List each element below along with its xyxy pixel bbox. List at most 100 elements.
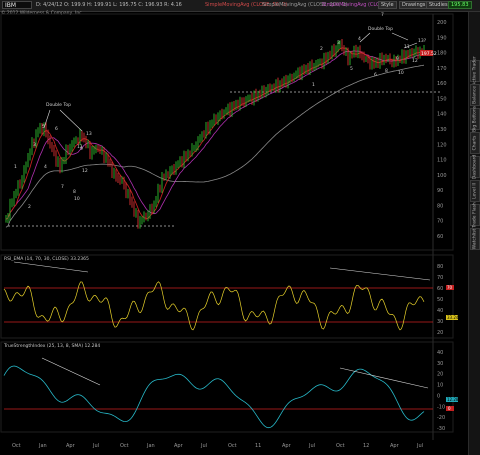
side-tab-label: Charts (472, 135, 478, 151)
rsi-overbought-tag-text: 70 (447, 285, 453, 290)
rsi-value-tag-text: 33.24 (447, 315, 459, 320)
wave-label-left: 8 (73, 189, 76, 195)
wave-label-left: 12 (82, 168, 88, 174)
side-tab-label: Big Buttons (472, 105, 478, 133)
price-axis-tick: 70 (437, 219, 443, 225)
wave-label-right: 5 (350, 66, 353, 72)
price-axis-tick: 60 (437, 234, 443, 240)
tsi-axis: 40 30 20 10 0 -10 -20 -30 (437, 350, 445, 432)
side-tab[interactable]: Level II (470, 180, 480, 202)
side-tab[interactable]: Dashboard (470, 154, 480, 180)
time-axis-label: Jan (146, 443, 155, 449)
side-tab-label: Balance (472, 86, 478, 104)
tsi-value-tag-text: 12.28 (447, 397, 459, 402)
side-tab-label: Dashboard (472, 154, 478, 180)
rsi-panel-frame (0, 254, 454, 339)
time-axis-label: Jul (92, 443, 99, 449)
rsi-axis-tick: 30 (437, 319, 443, 325)
rsi-axis-tick: 50 (437, 297, 443, 303)
price-axis-tick: 200 (437, 20, 447, 26)
side-tab-label: Trade Flash (472, 202, 478, 228)
price-axis: 200 190 180 170 160 150 140 130 120 110 100 90 80 70 6… (437, 20, 447, 240)
wave-label-right: 7 (381, 12, 384, 18)
time-axis-label: Apr (282, 443, 292, 449)
time-axis-label: Jul (416, 443, 423, 449)
wave-label-left: 7 (61, 184, 64, 190)
sma-200-line (5, 64, 425, 228)
time-axis: Oct Jan Apr Jul Oct Jan Apr Jul Oct 11 Apr Jul Oct 12… (12, 443, 423, 449)
side-tab[interactable]: Balance (470, 84, 480, 106)
wave-label-right: 9 (396, 56, 399, 62)
time-axis-label: Oct (120, 443, 129, 449)
double-top-left-label: Double Top (46, 102, 71, 108)
rsi-divergence-left (13, 261, 89, 273)
wave-label-left: 1 (14, 164, 17, 170)
side-tab[interactable]: Watchlist (470, 228, 480, 250)
wave-label-left: 5 (42, 124, 45, 130)
price-axis-tick: 80 (437, 203, 443, 209)
wave-label-right: 6 (374, 72, 377, 78)
time-axis-label: 12 (363, 443, 369, 449)
rsi-title: RSI_EMA (14, 70, 30, CLOSE) 33.2365 (4, 256, 89, 262)
price-axis-tick: 150 (437, 96, 447, 102)
sma-10-line (5, 50, 425, 220)
wave-label-right: 8 (385, 68, 388, 74)
wave-label-right: 1 (312, 82, 315, 88)
double-top-left-arrow-b (59, 109, 83, 132)
tsi-divergence-left (41, 357, 101, 386)
time-axis-label: Jul (308, 443, 315, 449)
wave-label-right: 10 (398, 70, 404, 76)
tsi-panel-frame (0, 341, 454, 433)
price-panel-frame (0, 13, 454, 251)
side-tab[interactable]: Trade Flash (470, 202, 480, 228)
price-axis-tick: 100 (437, 173, 447, 179)
side-tab-label: Level II (472, 183, 478, 199)
wave-label-left: 2 (28, 204, 31, 210)
rsi-panel[interactable]: RSI_EMA (14, 70, 30, CLOSE) 33.2365 70 3… (3, 256, 459, 336)
time-axis-label: 11 (255, 443, 261, 449)
price-panel[interactable]: Double Top Double Top 13? 12345 678910111… (5, 12, 447, 240)
wave-label-left: 3 (33, 142, 36, 148)
wave-label-right: 3 (337, 40, 340, 46)
rsi-axis-tick: 20 (437, 330, 443, 336)
price-axis-tick: 160 (437, 81, 447, 87)
rsi-axis-tick: 60 (437, 286, 443, 292)
tsi-axis-tick: -30 (437, 426, 445, 432)
time-axis-label: Jan (38, 443, 47, 449)
price-axis-tick: 90 (437, 188, 443, 194)
price-axis-tick: 110 (437, 158, 447, 164)
tsi-axis-tick: -10 (437, 404, 445, 410)
time-axis-label: Apr (66, 443, 76, 449)
chart-application: IBM D: 4/24/12 O: 199.9 H: 199.91 L: 195… (0, 0, 480, 455)
rsi-divergence-right (329, 267, 431, 281)
rsi-axis-tick: 80 (437, 264, 443, 270)
double-top-left-arrow-a (43, 109, 51, 129)
elliott-wave-labels: 12345 678910111213123456789101112 (14, 12, 418, 210)
side-tab-label: Watchlist (472, 228, 478, 250)
tsi-panel[interactable]: TrueStrengthIndex (25, 13, 8, SMA) 12.28… (3, 343, 459, 432)
wave-label-left: 10 (74, 196, 80, 202)
wave-label-left: 13 (86, 131, 92, 137)
rsi-axis: 80 70 60 50 40 30 20 (437, 264, 443, 336)
price-axis-tick: 190 (437, 35, 447, 41)
side-tab[interactable]: Active Trader (470, 56, 480, 86)
rsi-line (3, 281, 425, 331)
side-tab[interactable]: Charts (470, 132, 480, 154)
double-top-right-arrow-b (391, 32, 409, 41)
time-axis-label: Oct (336, 443, 345, 449)
chart-canvas[interactable]: Double Top Double Top 13? 12345 678910111… (0, 0, 480, 455)
double-top-right-arrow-a (359, 32, 371, 43)
tsi-title: TrueStrengthIndex (25, 13, 8, SMA) 12.28… (3, 343, 100, 349)
price-axis-tick: 130 (437, 127, 447, 133)
tsi-axis-tick: 40 (437, 350, 443, 356)
tsi-divergence-right (339, 367, 429, 389)
time-axis-label: Apr (174, 443, 184, 449)
time-axis-label: Jul (200, 443, 207, 449)
side-tab-label: Active Trader (472, 56, 478, 86)
side-tab-bar: Active Trader Balance Big Buttons Charts Das… (468, 12, 480, 455)
price-axis-tick: 140 (437, 112, 447, 118)
rsi-axis-tick: 70 (437, 275, 443, 281)
side-tab[interactable]: Big Buttons (470, 105, 480, 133)
wave-label-right: 4 (358, 36, 361, 42)
last-price-value: 197.52 (421, 51, 437, 57)
